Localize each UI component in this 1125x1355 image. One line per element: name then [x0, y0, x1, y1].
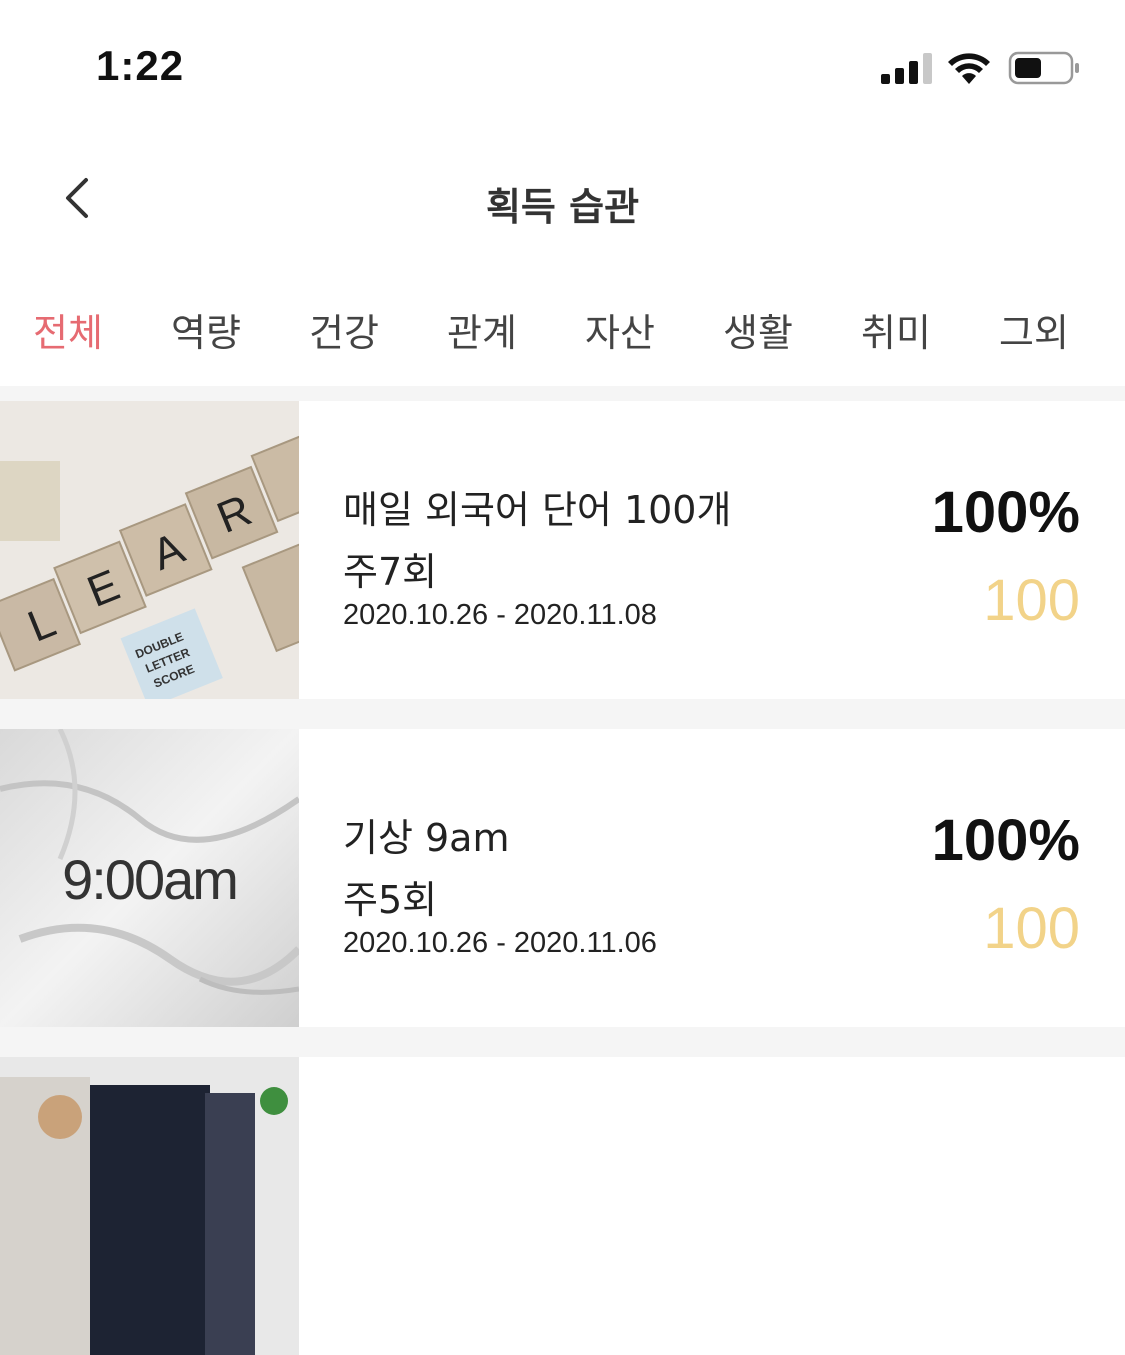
- cellular-signal-icon: [881, 53, 932, 84]
- habit-card[interactable]: L E A R DOUBLE LETTER SCORE 매일 외국어 단어 10…: [0, 401, 1125, 699]
- status-bar: 1:22: [0, 0, 1125, 140]
- tab-competency[interactable]: 역량: [146, 302, 266, 357]
- habit-score: 100: [983, 896, 1080, 961]
- card-separator: [0, 1027, 1125, 1057]
- habit-thumbnail-books: [0, 1057, 299, 1355]
- books-photo: [0, 1057, 299, 1355]
- habit-title: 기상 9am: [343, 816, 510, 860]
- status-icons: [881, 51, 1079, 85]
- tab-assets[interactable]: 자산: [560, 302, 680, 357]
- tab-relationships[interactable]: 관계: [422, 302, 542, 357]
- tab-others[interactable]: 그외: [974, 302, 1094, 357]
- tab-all[interactable]: 전체: [8, 302, 128, 357]
- battery-icon: [1008, 51, 1079, 85]
- habit-dates: 2020.10.26 - 2020.11.08: [343, 599, 657, 631]
- thumbnail-clock-text: 9:00am: [62, 848, 239, 911]
- habit-card[interactable]: [0, 1057, 1125, 1355]
- scrabble-learn-photo: L E A R DOUBLE LETTER SCORE: [0, 401, 299, 699]
- habit-card[interactable]: 9:00am 기상 9am 주5회 2020.10.26 - 2020.11.0…: [0, 729, 1125, 1027]
- habit-title: 매일 외국어 단어 100개: [343, 488, 732, 532]
- habit-score: 100: [983, 568, 1080, 633]
- tab-health[interactable]: 건강: [284, 302, 404, 357]
- page-title: 획득 습관: [485, 185, 640, 229]
- habit-dates: 2020.10.26 - 2020.11.06: [343, 927, 657, 959]
- habit-percent: 100%: [931, 480, 1080, 545]
- wifi-icon: [948, 53, 990, 84]
- status-time: 1:22: [96, 42, 185, 89]
- section-divider: [0, 386, 1125, 401]
- tab-living[interactable]: 생활: [698, 302, 818, 357]
- category-tabs: 전체 역량 건강 관계 자산 생활 취미 그외: [0, 270, 1125, 380]
- habit-frequency: 주5회: [343, 878, 438, 922]
- habit-thumbnail-scrabble: L E A R DOUBLE LETTER SCORE: [0, 401, 299, 699]
- tab-hobby[interactable]: 취미: [836, 302, 956, 357]
- nav-bar: 획득 습관: [0, 140, 1125, 260]
- habit-thumbnail-bedsheet: 9:00am: [0, 729, 299, 1027]
- card-separator: [0, 699, 1125, 729]
- habit-percent: 100%: [931, 808, 1080, 873]
- habit-frequency: 주7회: [343, 550, 438, 594]
